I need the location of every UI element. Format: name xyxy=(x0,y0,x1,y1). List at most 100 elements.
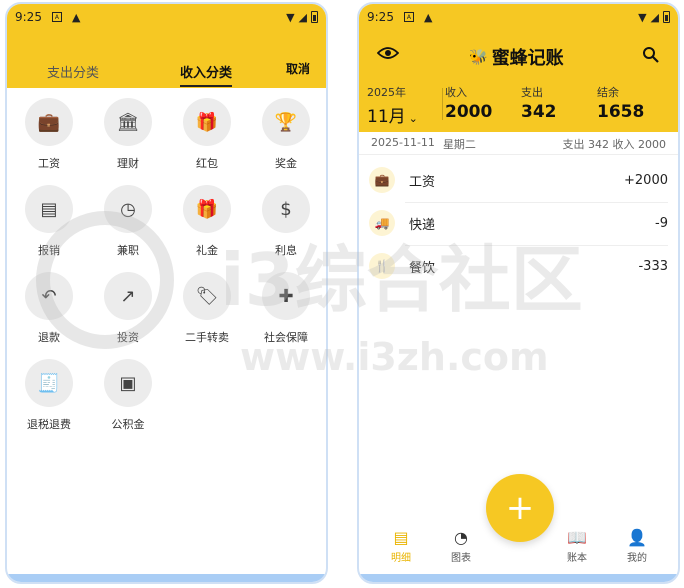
trending-up-icon: ↗ xyxy=(104,272,152,320)
pie-chart-icon: ◔ xyxy=(454,528,468,547)
chevron-down-icon: ⌄ xyxy=(408,112,418,125)
category-label: 礼金 xyxy=(196,244,218,257)
tab-income-categories[interactable]: 收入分类 xyxy=(180,62,232,81)
dollar-icon: $ xyxy=(262,185,310,233)
undo-icon: ↶ xyxy=(25,272,73,320)
category-tabs: 支出分类 收入分类 取消 xyxy=(7,54,326,88)
bank-icon: 🏛 xyxy=(104,98,152,146)
clock-icon: ◷ xyxy=(104,185,152,233)
category-item[interactable]: ↶ 退款 xyxy=(14,272,84,345)
category-item[interactable]: $ 利息 xyxy=(251,185,321,258)
category-label: 退款 xyxy=(38,331,60,344)
gesture-bar xyxy=(7,574,326,582)
transaction-row[interactable]: 🍴 餐饮 -333 xyxy=(369,246,668,286)
category-item[interactable]: ◷ 兼职 xyxy=(93,185,163,258)
month-summary: 2025年 11月 ⌄ 收入 2000 支出 342 结余 1658 xyxy=(367,84,670,127)
status-time: 9:25 xyxy=(15,10,42,24)
utensils-icon: 🍴 xyxy=(369,253,395,279)
month-picker[interactable]: 2025年 11月 ⌄ xyxy=(367,84,418,127)
cancel-button[interactable]: 取消 xyxy=(286,60,310,77)
income-label: 收入 xyxy=(445,86,467,99)
trophy-icon: 🏆 xyxy=(262,98,310,146)
app-title: 🐝 蜜蜂记账 xyxy=(469,44,564,70)
category-item[interactable]: 🎁 红包 xyxy=(172,98,242,171)
nav-item[interactable]: ◔ 图表 xyxy=(441,528,481,564)
tax-receipt-icon: 🧾 xyxy=(25,359,73,407)
battery-icon xyxy=(663,11,670,23)
person-icon: 👤 xyxy=(627,528,647,547)
transaction-name: 快递 xyxy=(409,217,436,233)
summary-divider xyxy=(442,88,443,120)
nav-item[interactable]: 👤 我的 xyxy=(617,528,657,564)
shield-plus-icon: ✚ xyxy=(262,272,310,320)
category-label: 二手转卖 xyxy=(185,331,229,344)
balance-value: 1658 xyxy=(597,102,645,122)
eye-icon[interactable] xyxy=(377,46,399,60)
income-summary: 收入 2000 xyxy=(445,84,492,122)
gesture-bar xyxy=(359,574,678,582)
status-time: 9:25 xyxy=(367,10,394,24)
search-icon[interactable] xyxy=(642,46,660,64)
transaction-amount: +2000 xyxy=(624,172,668,188)
category-label: 红包 xyxy=(196,157,218,170)
day-date: 2025-11-11 xyxy=(371,136,435,149)
category-label: 工资 xyxy=(38,157,60,170)
wifi-icon: ▼ xyxy=(286,10,295,24)
wallet-icon: ▣ xyxy=(104,359,152,407)
category-item[interactable]: ↗ 投资 xyxy=(93,272,163,345)
tab-indicator xyxy=(180,85,232,87)
category-item[interactable]: 🏆 奖金 xyxy=(251,98,321,171)
category-item[interactable]: ▤ 报销 xyxy=(14,185,84,258)
ledger-screen: 9:25 A ▲ ▼ ◢ 🐝 蜜蜂记账 2025年 11月 ⌄ 收入 2000 支出… xyxy=(357,2,680,584)
status-bar: 9:25 A ▲ ▼ ◢ xyxy=(7,4,326,30)
day-header: 2025-11-11 星期二 支出 342 收入 2000 xyxy=(371,136,666,152)
tab-expense-categories[interactable]: 支出分类 xyxy=(47,62,99,81)
bottom-nav: ▤ 明细 ◔ 图表 📖 账本 👤 我的 xyxy=(359,522,678,568)
app-title-text: 蜜蜂记账 xyxy=(491,48,564,69)
category-label: 理财 xyxy=(117,157,139,170)
nav-label: 图表 xyxy=(451,553,471,564)
transaction-row[interactable]: 🚚 快递 -9 xyxy=(369,203,668,243)
income-value: 2000 xyxy=(445,102,493,122)
category-item[interactable]: ▣ 公积金 xyxy=(93,359,163,432)
expense-value: 342 xyxy=(521,102,557,122)
category-label: 退税退费 xyxy=(27,418,71,431)
category-item[interactable]: 🧾 退税退费 xyxy=(14,359,84,432)
category-label: 兼职 xyxy=(117,244,139,257)
briefcase-icon: 💼 xyxy=(25,98,73,146)
signal-icon: ◢ xyxy=(298,10,307,24)
nav-label: 我的 xyxy=(627,553,647,564)
category-item[interactable]: 🏷 二手转卖 xyxy=(172,272,242,345)
transaction-row[interactable]: 💼 工资 +2000 xyxy=(369,160,668,200)
month-label: 11月 xyxy=(367,107,406,127)
nav-item[interactable]: ▤ 明细 xyxy=(381,528,421,564)
expense-label: 支出 xyxy=(521,86,543,99)
wifi-icon: ▼ xyxy=(638,10,647,24)
notification-icon: A xyxy=(51,12,62,22)
category-item[interactable]: 🎁 礼金 xyxy=(172,185,242,258)
day-divider xyxy=(359,154,678,155)
warning-icon: ▲ xyxy=(71,10,81,24)
category-label: 投资 xyxy=(117,331,139,344)
category-label: 利息 xyxy=(275,244,297,257)
notification-icon: A xyxy=(403,12,414,22)
category-label: 公积金 xyxy=(111,418,145,431)
status-bar: 9:25 A ▲ ▼ ◢ xyxy=(359,4,678,30)
book-icon: 📖 xyxy=(567,528,587,547)
transaction-name: 餐饮 xyxy=(409,260,436,276)
category-screen: 9:25 A ▲ ▼ ◢ 支出分类 收入分类 取消 💼 工资 🏛 理财 🎁 红包 🏆 奖金 ▤ 报销… xyxy=(5,2,328,584)
bee-icon: 🐝 xyxy=(469,48,488,66)
balance-summary: 结余 1658 xyxy=(597,84,644,122)
category-label: 报销 xyxy=(38,244,60,257)
tag-icon: 🏷 xyxy=(183,272,231,320)
category-label: 奖金 xyxy=(275,157,297,170)
transaction-amount: -9 xyxy=(655,215,668,231)
category-item[interactable]: ✚ 社会保障 xyxy=(251,272,321,345)
red-envelope-icon: 🎁 xyxy=(183,98,231,146)
nav-item[interactable]: 📖 账本 xyxy=(557,528,597,564)
category-item[interactable]: 🏛 理财 xyxy=(93,98,163,171)
category-item[interactable]: 💼 工资 xyxy=(14,98,84,171)
year-label: 2025年 xyxy=(367,86,406,99)
truck-icon: 🚚 xyxy=(369,210,395,236)
receipt-icon: ▤ xyxy=(25,185,73,233)
